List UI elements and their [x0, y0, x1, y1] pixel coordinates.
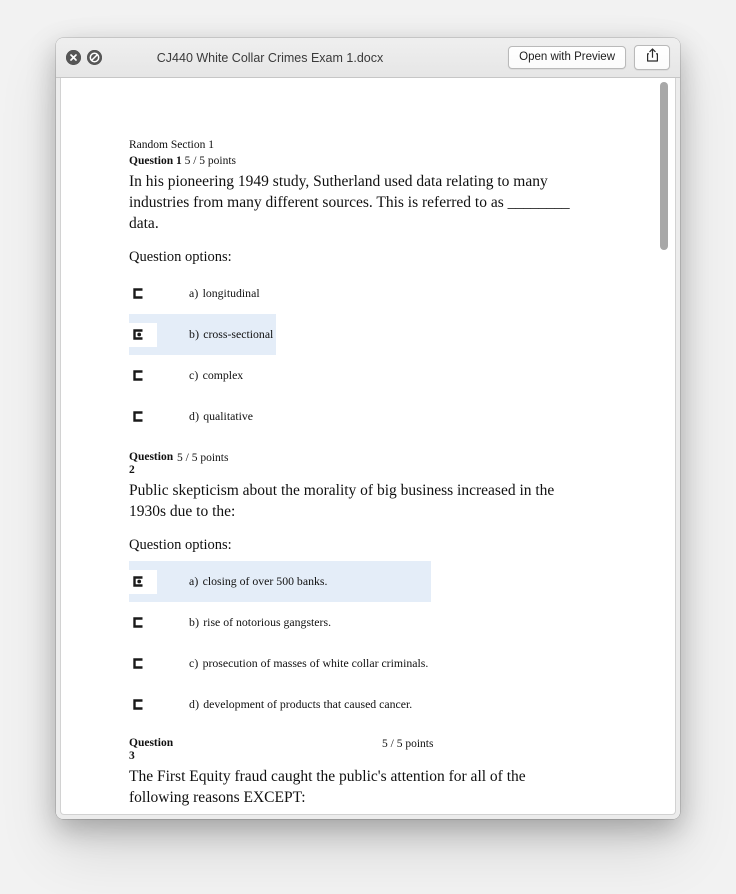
question-block: Question 1 5 / 5 points In his pioneerin… [129, 154, 635, 437]
option-label: c) prosecution of masses of white collar … [189, 656, 428, 671]
question-text: The First Equity fraud caught the public… [129, 768, 526, 806]
option-row[interactable]: d) development of products that caused ca… [129, 684, 635, 725]
section-label: Random Section 1 [129, 139, 214, 151]
question-header: Question 1 5 / 5 points [129, 154, 635, 168]
option-row[interactable]: d) qualitative [129, 396, 635, 437]
radio-unchecked-icon[interactable] [129, 284, 153, 304]
radio-unchecked-icon[interactable] [129, 366, 153, 386]
question-number: Question 3 [129, 737, 174, 762]
option-body: qualitative [203, 409, 254, 423]
option-body: complex [202, 368, 244, 382]
preview-content-area: Random Section 1 Question 1 5 / 5 points… [56, 78, 680, 819]
document-body: Random Section 1 Question 1 5 / 5 points… [61, 78, 675, 814]
option-label: a) closing of over 500 banks. [189, 574, 327, 589]
question-options-label: Question options: [129, 249, 232, 265]
question-block: Question 2 5 / 5 points Public skepticis… [129, 451, 635, 725]
share-button[interactable] [634, 45, 670, 70]
option-row[interactable]: c) complex [129, 355, 635, 396]
option-row[interactable]: b) rise of notorious gangsters. [129, 602, 635, 643]
radio-unchecked-icon[interactable] [129, 654, 153, 674]
question-number: Question 1 [129, 155, 182, 167]
option-body: prosecution of masses of white collar cr… [202, 656, 429, 670]
question-number: Question 2 [129, 451, 174, 476]
quicklook-window: CJ440 White Collar Crimes Exam 1.docx Op… [56, 38, 680, 819]
option-letter: a) [189, 574, 199, 588]
question-points: 5 / 5 points [382, 738, 434, 750]
option-label: c) complex [189, 368, 243, 383]
option-body: longitudinal [202, 286, 260, 300]
option-body: closing of over 500 banks. [202, 574, 328, 588]
option-letter: c) [189, 656, 199, 670]
option-body: cross-sectional [203, 327, 274, 341]
option-letter: b) [189, 327, 200, 341]
option-label: d) development of products that caused ca… [189, 697, 412, 712]
option-label: b) cross-sectional [189, 327, 273, 342]
window-titlebar: CJ440 White Collar Crimes Exam 1.docx Op… [56, 38, 680, 78]
option-row[interactable]: a) closing of over 500 banks. [129, 561, 635, 602]
option-letter: c) [189, 368, 199, 382]
option-letter: d) [189, 697, 200, 711]
option-letter: d) [189, 409, 200, 423]
option-row[interactable]: a) longitudinal [129, 273, 635, 314]
option-row[interactable]: c) prosecution of masses of white collar … [129, 643, 635, 684]
question-points: 5 / 5 points [184, 155, 237, 167]
option-letter: b) [189, 615, 200, 629]
question-text: In his pioneering 1949 study, Sutherland… [129, 173, 570, 232]
option-body: rise of notorious gangsters. [203, 615, 332, 629]
share-icon [646, 48, 659, 67]
question-header: Question 2 5 / 5 points [129, 451, 635, 477]
option-label: d) qualitative [189, 409, 253, 424]
radio-unchecked-icon[interactable] [129, 407, 153, 427]
option-letter: a) [189, 286, 199, 300]
radio-checked-icon[interactable] [129, 322, 157, 347]
close-circle-icon[interactable] [66, 50, 81, 65]
titlebar-actions: Open with Preview [508, 45, 670, 70]
window-controls [66, 50, 102, 65]
option-label: a) longitudinal [189, 286, 260, 301]
option-row[interactable]: b) cross-sectional [129, 314, 635, 355]
radio-checked-icon[interactable] [129, 569, 157, 594]
question-options-label: Question options: [129, 537, 232, 553]
question-points: 5 / 5 points [177, 452, 229, 464]
radio-unchecked-icon[interactable] [129, 695, 153, 715]
question-header: Question 3 5 / 5 points [129, 737, 635, 763]
option-body: development of products that caused canc… [203, 697, 413, 711]
option-label: b) rise of notorious gangsters. [189, 615, 331, 630]
radio-unchecked-icon[interactable] [129, 613, 153, 633]
scrollbar-thumb[interactable] [660, 82, 668, 250]
vertical-scrollbar[interactable] [656, 78, 671, 814]
no-entry-circle-icon[interactable] [87, 50, 102, 65]
question-text: Public skepticism about the morality of … [129, 482, 555, 520]
question-block: Question 3 5 / 5 points The First Equity… [129, 737, 635, 814]
option-list: a) longitudinal b) cross-sectional c) co… [129, 273, 635, 437]
option-list: a) closing of over 500 banks. b) rise of… [129, 561, 635, 725]
open-with-preview-button[interactable]: Open with Preview [508, 46, 626, 69]
document-page: Random Section 1 Question 1 5 / 5 points… [60, 78, 676, 815]
